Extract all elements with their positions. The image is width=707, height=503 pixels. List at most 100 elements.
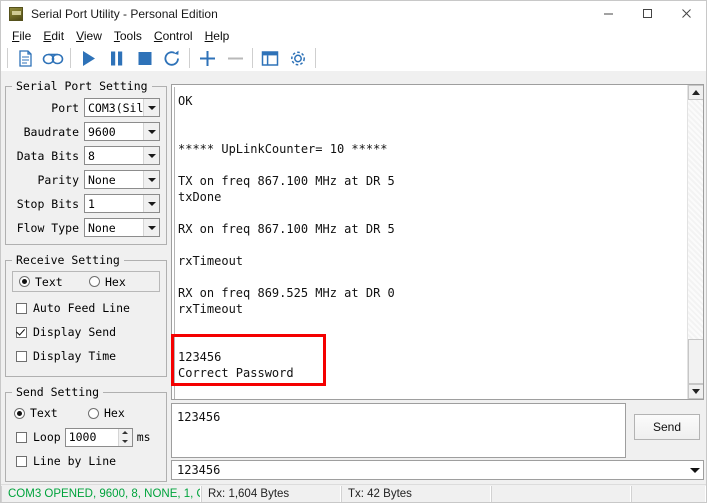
refresh-button[interactable] xyxy=(158,46,186,70)
scrollbar-track[interactable] xyxy=(688,100,703,339)
stop-bits-value: 1 xyxy=(88,196,95,211)
parity-value: None xyxy=(88,172,116,187)
send-mode-text-label: Text xyxy=(30,406,58,420)
chevron-down-icon xyxy=(143,123,160,140)
minimize-button[interactable] xyxy=(589,1,628,26)
chevron-down-icon xyxy=(686,461,703,479)
menu-help[interactable]: Help xyxy=(199,28,236,44)
baudrate-select[interactable]: 9600 xyxy=(84,122,161,141)
window-layout-icon xyxy=(261,50,279,66)
flow-type-row: Flow Type None xyxy=(12,217,161,238)
menu-view[interactable]: View xyxy=(70,28,108,44)
radio-on-icon xyxy=(14,407,25,419)
window-controls xyxy=(589,1,706,26)
data-bits-select[interactable]: 8 xyxy=(84,146,161,165)
status-tx-bytes: Tx: 42 Bytes xyxy=(341,485,491,502)
port-select[interactable]: COM3(Sil xyxy=(84,98,161,117)
remove-icon xyxy=(227,57,243,59)
menu-edit-rest: dit xyxy=(51,28,65,43)
line-by-line-checkbox[interactable]: Line by Line xyxy=(12,451,160,471)
loop-interval-stepper[interactable]: 1000 xyxy=(64,427,133,447)
close-button[interactable] xyxy=(667,1,706,26)
menu-control[interactable]: Control xyxy=(148,28,199,44)
toolbar-separator xyxy=(7,48,8,68)
send-button[interactable]: Send xyxy=(634,414,700,440)
stop-bits-select[interactable]: 1 xyxy=(84,194,161,213)
record-button[interactable] xyxy=(39,46,67,70)
title-bar: Serial Port Utility - Personal Edition xyxy=(1,1,706,26)
receive-mode-group: Text Hex xyxy=(12,271,160,292)
menu-help-rest: elp xyxy=(213,28,230,43)
pause-icon xyxy=(110,51,122,65)
stepper-up-icon[interactable] xyxy=(118,428,132,437)
pause-button[interactable] xyxy=(102,46,130,70)
checkbox-off-icon xyxy=(16,350,27,362)
add-icon xyxy=(199,50,215,66)
window-layout-button[interactable] xyxy=(256,46,284,70)
flow-type-select[interactable]: None xyxy=(84,218,161,237)
auto-feed-line-checkbox[interactable]: Auto Feed Line xyxy=(12,298,160,318)
new-file-icon xyxy=(18,49,32,67)
toolbar-separator-3 xyxy=(189,48,190,68)
receive-setting-legend: Receive Setting xyxy=(16,253,120,267)
parity-select[interactable]: None xyxy=(84,170,161,189)
loop-row: Loop 1000 ms xyxy=(12,427,160,447)
close-icon xyxy=(682,9,691,18)
new-file-button[interactable] xyxy=(11,46,39,70)
data-bits-value: 8 xyxy=(88,148,95,163)
settings-button[interactable] xyxy=(284,46,312,70)
display-send-checkbox[interactable]: Display Send xyxy=(12,322,160,342)
menu-file[interactable]: File xyxy=(6,28,37,44)
display-time-label: Display Time xyxy=(33,349,117,363)
send-mode-group: Text Hex xyxy=(12,403,160,423)
port-row: Port COM3(Sil xyxy=(12,97,161,118)
scroll-down-button[interactable] xyxy=(688,384,703,399)
receive-mode-hex[interactable]: Hex xyxy=(89,275,126,289)
display-time-checkbox[interactable]: Display Time xyxy=(12,346,160,366)
status-cell-4 xyxy=(491,485,631,502)
menu-edit[interactable]: Edit xyxy=(37,28,70,44)
receive-mode-text[interactable]: Text xyxy=(19,275,89,289)
stop-button[interactable] xyxy=(130,46,158,70)
scrollbar-thumb[interactable] xyxy=(688,339,703,384)
menu-view-mnemonic: V xyxy=(76,28,84,43)
send-input[interactable]: 123456 xyxy=(171,403,626,458)
loop-checkbox[interactable] xyxy=(16,431,27,443)
refresh-icon xyxy=(164,50,179,66)
receive-scrollbar[interactable] xyxy=(687,85,703,399)
play-button[interactable] xyxy=(74,46,102,70)
radio-on-icon xyxy=(19,276,30,287)
stepper-down-icon[interactable] xyxy=(118,437,132,446)
radio-off-icon xyxy=(89,276,100,287)
add-button[interactable] xyxy=(193,46,221,70)
receive-mode-hex-label: Hex xyxy=(105,274,126,289)
port-label: Port xyxy=(51,100,79,115)
line-by-line-label: Line by Line xyxy=(33,454,117,468)
settings-gear-icon xyxy=(291,51,305,65)
chevron-down-icon xyxy=(143,171,160,188)
menu-tools[interactable]: Tools xyxy=(108,28,148,44)
port-value: COM3(Sil xyxy=(88,100,144,115)
loop-interval-value: 1000 xyxy=(68,430,97,444)
scroll-up-button[interactable] xyxy=(688,85,703,100)
toolbar xyxy=(1,45,706,71)
minimize-icon xyxy=(604,13,613,15)
send-mode-hex[interactable]: Hex xyxy=(88,406,125,420)
play-icon xyxy=(82,50,95,66)
send-history-select[interactable]: 123456 xyxy=(171,460,704,480)
data-bits-label: Data Bits xyxy=(16,148,79,163)
serial-port-utility-window: Serial Port Utility - Personal Edition F… xyxy=(0,0,707,503)
stepper-buttons xyxy=(117,428,132,446)
record-icon xyxy=(42,53,64,64)
baudrate-label: Baudrate xyxy=(23,124,79,139)
baudrate-value: 9600 xyxy=(88,124,116,139)
toolbar-separator-2 xyxy=(70,48,71,68)
remove-button[interactable] xyxy=(221,46,249,70)
menu-control-mnemonic: C xyxy=(153,28,163,43)
baudrate-row: Baudrate 9600 xyxy=(12,121,161,142)
menu-tools-rest: ools xyxy=(119,28,142,43)
send-mode-text[interactable]: Text xyxy=(14,406,88,420)
maximize-button[interactable] xyxy=(628,1,667,26)
receive-area[interactable]: OK ***** UpLinkCounter= 10 ***** TX on f… xyxy=(171,84,704,400)
status-rx-bytes: Rx: 1,604 Bytes xyxy=(201,485,341,502)
